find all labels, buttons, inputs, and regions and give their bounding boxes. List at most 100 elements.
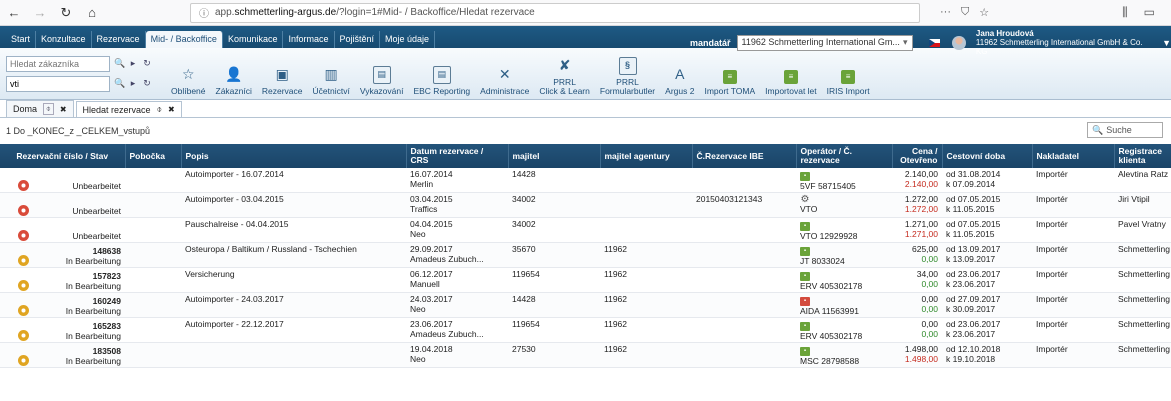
reservation-cell[interactable]: Unbearbeitet	[0, 168, 125, 193]
toolbar-tool-2[interactable]: ▣ Rezervace	[257, 52, 308, 96]
column-header-3[interactable]: Datum rezervace / CRS	[406, 144, 509, 168]
tab-label: Doma	[13, 104, 38, 114]
reservation-cell[interactable]: Unbearbeitet	[0, 217, 125, 243]
tab-main-1[interactable]: Konzultace	[36, 31, 92, 48]
pin-icon[interactable]: ⌽	[157, 104, 162, 115]
reservation-cell[interactable]: 165283 In Bearbeitung	[0, 317, 125, 343]
reload-icon[interactable]: ↻	[58, 5, 74, 21]
booking-search-input[interactable]	[6, 75, 110, 92]
library-icon[interactable]: ⫼	[1122, 5, 1128, 20]
toolbar-tool-3[interactable]: ▥ Účetnictví	[308, 52, 355, 96]
user-menu-chevron-icon[interactable]: ▼	[1162, 38, 1171, 48]
reservation-cell[interactable]: 160249 In Bearbeitung	[0, 292, 125, 318]
toolbar-tool-8[interactable]: § PRRL Formularbutler	[595, 52, 660, 96]
column-header-1[interactable]: Pobočka	[125, 144, 182, 168]
column-header-10[interactable]: Nakladatel	[1032, 144, 1115, 168]
mandator-select[interactable]: 11962 Schmetterling International Gm... …	[736, 34, 913, 51]
play-icon[interactable]: ▸	[128, 58, 138, 69]
toolbar-tool-6[interactable]: ✕ Administrace	[475, 52, 534, 96]
reservation-cell[interactable]: Unbearbeitet	[0, 192, 125, 218]
branch-cell	[125, 317, 181, 343]
toolbar-tool-4[interactable]: ▤ Vykazování	[355, 52, 409, 96]
pin-icon[interactable]: ⌽	[43, 103, 54, 115]
column-header-11[interactable]: Registrace klienta	[1114, 144, 1171, 168]
toolbar-tool-9[interactable]: A Argus 2	[660, 52, 699, 96]
booking-date: 24.03.2017	[410, 294, 453, 304]
czech-flag-icon[interactable]	[928, 38, 941, 47]
toolbar-tool-0[interactable]: ☆ Oblíbené	[166, 52, 211, 96]
status-unprocessed-icon	[18, 205, 29, 216]
close-icon[interactable]: ✖	[60, 105, 67, 114]
ibe-cell	[692, 168, 796, 193]
toolbar-tool-12[interactable]: ≡ IRIS Import	[822, 52, 875, 96]
operator-cell: ▪ ERV 405302178	[796, 317, 892, 343]
reservation-number[interactable]: 148638	[93, 246, 121, 256]
table-row[interactable]: Unbearbeitet Autoimporter - 03.04.2015 03.…	[0, 192, 1171, 218]
search-icon[interactable]: 🔍	[114, 78, 125, 89]
table-row[interactable]: 183508 In Bearbeitung 19.04.2018 Neo 27530 11…	[0, 342, 1171, 368]
reservation-number[interactable]: 165283	[93, 321, 121, 331]
operator-cell: ▪ ERV 405302178	[796, 267, 892, 293]
client-cell: Schmetterling Int.	[1114, 317, 1171, 343]
column-header-6[interactable]: Č.Rezervace IBE	[692, 144, 797, 168]
table-row[interactable]: 148638 In Bearbeitung Osteuropa / Baltikum…	[0, 242, 1171, 268]
toolbar-tool-10[interactable]: ≡ Import TOMA	[699, 52, 760, 96]
close-icon[interactable]: ✖	[168, 105, 175, 114]
tab-main-7[interactable]: Moje údaje	[380, 31, 436, 48]
travel-cell: od 27.09.2017 k 30.09.2017	[942, 292, 1032, 318]
toolbar-tool-11[interactable]: ≡ Importovat let	[760, 52, 822, 96]
document-tabs: Doma ⌽ ✖ Hledat rezervace ⌽ ✖	[0, 100, 1171, 118]
ellipsis-icon[interactable]: ···	[940, 6, 951, 19]
tab-main-6[interactable]: Pojištění	[335, 31, 381, 48]
column-header-9[interactable]: Cestovní doba	[942, 144, 1033, 168]
table-row[interactable]: Unbearbeitet Autoimporter - 16.07.2014 16.…	[0, 168, 1171, 193]
table-row[interactable]: 160249 In Bearbeitung Autoimporter - 24.03…	[0, 292, 1171, 318]
operator-booking-number: VTO 12929928	[800, 231, 858, 241]
mandator-label: mandatář	[690, 37, 731, 48]
back-arrow-icon[interactable]: ←	[6, 5, 22, 20]
star-icon[interactable]: ☆	[979, 6, 989, 19]
operator-icon-wrap: ▪	[800, 169, 888, 181]
column-header-4[interactable]: majitel	[508, 144, 601, 168]
table-search-input[interactable]: 🔍 Suche	[1087, 122, 1163, 138]
reservation-number[interactable]: 160249	[93, 296, 121, 306]
toolbar-tool-7[interactable]: ✘ PRRL Click & Learn	[534, 52, 595, 96]
forward-arrow-icon[interactable]: →	[32, 5, 48, 20]
owner-cell: 119654	[508, 317, 600, 343]
table-row[interactable]: 165283 In Bearbeitung Autoimporter - 22.12…	[0, 317, 1171, 343]
reservation-cell[interactable]: 157823 In Bearbeitung	[0, 267, 125, 293]
table-row[interactable]: Unbearbeitet Pauschalreise - 04.04.2015 04…	[0, 217, 1171, 243]
column-header-8[interactable]: Cena / Otevřeno	[892, 144, 943, 168]
tab-main-5[interactable]: Informace	[283, 31, 335, 48]
column-header-0[interactable]: Rezervační číslo / Stav	[0, 144, 126, 168]
tab-main-4[interactable]: Komunikace	[223, 31, 284, 48]
ibe-cell: 20150403121343	[692, 192, 796, 218]
status-unprocessed-icon	[18, 180, 29, 191]
search-icon[interactable]: 🔍	[114, 58, 125, 69]
customer-search-input[interactable]	[6, 55, 110, 72]
travel-to: k 07.09.2014	[946, 179, 996, 189]
history-icon[interactable]: ↻	[142, 78, 152, 89]
tab-doma[interactable]: Doma ⌽ ✖	[6, 100, 74, 117]
play-icon[interactable]: ▸	[128, 78, 138, 89]
sidebar-icon[interactable]: ▭	[1144, 5, 1155, 20]
column-header-2[interactable]: Popis	[181, 144, 407, 168]
reservation-cell[interactable]: 183508 In Bearbeitung	[0, 342, 125, 368]
address-bar[interactable]: ⓘ app. schmetterling-argus.de/?login=1#Mi…	[190, 2, 920, 23]
reservation-number[interactable]: 183508	[93, 346, 121, 356]
tab-hledat-rezervace[interactable]: Hledat rezervace ⌽ ✖	[75, 101, 182, 117]
column-header-7[interactable]: Operátor / Č. rezervace	[796, 144, 893, 168]
history-icon[interactable]: ↻	[142, 58, 152, 69]
column-header-5[interactable]: majitel agentury	[600, 144, 693, 168]
tab-main-2[interactable]: Rezervace	[92, 31, 146, 48]
toolbar-tool-1[interactable]: 👤 Zákazníci	[211, 52, 257, 96]
tab-main-3[interactable]: Mid- / Backoffice	[145, 31, 223, 48]
tool-label: Zákazníci	[215, 85, 252, 96]
toolbar-tool-5[interactable]: ▤ EBC Reporting	[408, 52, 475, 96]
table-row[interactable]: 157823 In Bearbeitung Versicherung 06.12.20…	[0, 267, 1171, 293]
home-icon[interactable]: ⌂	[84, 5, 100, 20]
reservation-cell[interactable]: 148638 In Bearbeitung	[0, 242, 125, 268]
pocket-icon[interactable]: ⛉	[961, 6, 969, 19]
tab-main-0[interactable]: Start	[6, 31, 37, 48]
reservation-number[interactable]: 157823	[93, 271, 121, 281]
